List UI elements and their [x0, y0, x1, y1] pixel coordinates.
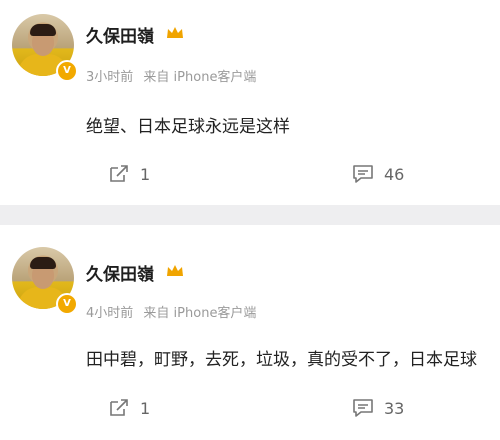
post-divider: [0, 205, 500, 225]
repost-button[interactable]: 1: [108, 164, 150, 184]
crown-icon: [167, 27, 183, 38]
post-meta: 3小时前 来自 iPhone客户端: [86, 66, 256, 85]
verified-v-icon: V: [56, 60, 78, 82]
comment-button[interactable]: 33: [352, 398, 404, 418]
repost-button[interactable]: 1: [108, 398, 150, 418]
post-time: 4小时前: [86, 306, 134, 321]
post-source: 来自 iPhone客户端: [143, 70, 257, 85]
crown-icon: [167, 265, 183, 276]
repost-count: 1: [140, 398, 151, 418]
post-time: 3小时前: [86, 70, 134, 85]
repost-icon: [110, 165, 128, 182]
post-card: V 久保田嶺 4小时前 来自 iPhone客户端 田中碧，町野，去死，垃圾，真的…: [0, 225, 500, 440]
username[interactable]: 久保田嶺: [86, 260, 154, 285]
repost-icon: [110, 399, 128, 416]
repost-count: 1: [140, 164, 151, 184]
comment-icon: [353, 165, 373, 183]
post-source: 来自 iPhone客户端: [143, 306, 257, 321]
comment-count: 33: [384, 398, 405, 418]
comment-count: 46: [384, 164, 405, 184]
post-content: 田中碧，町野，去死，垃圾，真的受不了，日本足球: [86, 350, 477, 370]
username[interactable]: 久保田嶺: [86, 22, 154, 47]
post-card: V 久保田嶺 3小时前 来自 iPhone客户端 绝望、日本足球永远是这样 1 …: [0, 0, 500, 205]
comment-button[interactable]: 46: [352, 164, 404, 184]
comment-icon: [353, 399, 373, 417]
verified-v-icon: V: [56, 293, 78, 315]
post-content: 绝望、日本足球永远是这样: [86, 117, 290, 137]
post-meta: 4小时前 来自 iPhone客户端: [86, 302, 256, 321]
